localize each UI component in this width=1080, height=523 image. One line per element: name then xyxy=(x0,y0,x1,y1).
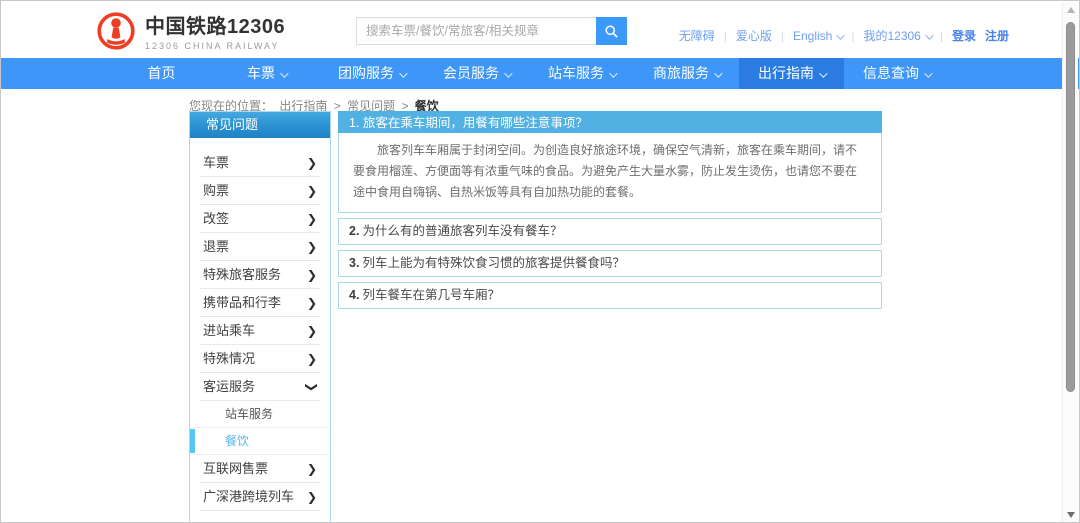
page: 中国铁路12306 12306 CHINA RAILWAY 无障碍 | 爱心版 … xyxy=(0,0,1080,523)
sidebar-item-tickets[interactable]: 车票 xyxy=(200,149,320,177)
nav-item-home[interactable]: 首页 xyxy=(109,58,214,89)
sidebar-item-refund[interactable]: 退票 xyxy=(200,233,320,261)
header-links: 无障碍 | 爱心版 | English | 我的12306 | 登录 注册 xyxy=(679,27,1009,44)
faq-question-2[interactable]: 2.为什么有的普通旅客列车没有餐车？ xyxy=(338,218,882,245)
chevron-down-icon xyxy=(924,69,932,77)
chevron-right-icon xyxy=(307,149,317,177)
search-input[interactable] xyxy=(356,17,596,45)
logo-subtitle: 12306 CHINA RAILWAY xyxy=(145,41,285,51)
language-link[interactable]: English xyxy=(793,29,842,43)
chevron-down-icon xyxy=(298,381,326,391)
sidebar-subitem-dining[interactable]: 餐饮 xyxy=(191,428,329,455)
chevron-down-icon xyxy=(714,69,722,77)
chevron-right-icon xyxy=(307,345,317,373)
chevron-down-icon xyxy=(837,31,845,39)
sidebar-item-internet-ticketing[interactable]: 互联网售票 xyxy=(200,455,320,483)
faq-content: 1. 旅客在乘车期间，用餐有哪些注意事项？ 旅客列车车厢属于封闭空间。为创造良好… xyxy=(338,111,882,309)
vertical-scrollbar[interactable] xyxy=(1062,2,1078,523)
chevron-down-icon xyxy=(280,69,288,77)
main-nav: 首页 车票 团购服务 会员服务 站车服务 商旅服务 出行指南 信息查询 xyxy=(1,58,1079,89)
sidebar-title: 常见问题 xyxy=(190,112,330,138)
sidebar-item-passenger-services[interactable]: 客运服务 xyxy=(200,373,320,401)
logo[interactable]: 中国铁路12306 12306 CHINA RAILWAY xyxy=(96,10,285,51)
sidebar-item-purchase[interactable]: 购票 xyxy=(200,177,320,205)
faq-question-3[interactable]: 3.列车上能为有特殊饮食习惯的旅客提供餐食吗？ xyxy=(338,250,882,277)
faq-question-4[interactable]: 4.列车餐车在第几号车厢？ xyxy=(338,282,882,309)
register-link[interactable]: 注册 xyxy=(985,27,1009,44)
nav-item-tickets[interactable]: 车票 xyxy=(214,58,319,89)
care-version-link[interactable]: 爱心版 xyxy=(736,27,772,44)
nav-item-info-query[interactable]: 信息查询 xyxy=(844,58,949,89)
sidebar-item-gz-sz-hk-trains[interactable]: 广深港跨境列车 xyxy=(200,483,320,511)
nav-item-station-services[interactable]: 站车服务 xyxy=(529,58,634,89)
faq-question-1[interactable]: 1. 旅客在乘车期间，用餐有哪些注意事项？ xyxy=(338,111,882,133)
sidebar-item-boarding[interactable]: 进站乘车 xyxy=(200,317,320,345)
nav-item-group-services[interactable]: 团购服务 xyxy=(319,58,424,89)
chevron-down-icon xyxy=(925,31,933,39)
chevron-right-icon xyxy=(307,289,317,317)
chevron-right-icon xyxy=(307,261,317,289)
faq-answer-1: 旅客列车车厢属于封闭空间。为创造良好旅途环境，确保空气清新，旅客在乘车期间，请不… xyxy=(338,133,882,213)
chevron-down-icon xyxy=(504,69,512,77)
accessibility-link[interactable]: 无障碍 xyxy=(679,27,715,44)
search-icon xyxy=(604,24,619,39)
scrollbar-thumb[interactable] xyxy=(1066,22,1075,392)
chevron-right-icon xyxy=(307,233,317,261)
my-12306-link[interactable]: 我的12306 xyxy=(863,27,930,44)
sidebar-item-change[interactable]: 改签 xyxy=(200,205,320,233)
scrollbar-up-arrow-icon[interactable] xyxy=(1067,7,1075,13)
sidebar-item-luggage[interactable]: 携带品和行李 xyxy=(200,289,320,317)
nav-item-member-services[interactable]: 会员服务 xyxy=(424,58,529,89)
logo-title: 中国铁路12306 xyxy=(145,10,285,39)
nav-item-business-travel[interactable]: 商旅服务 xyxy=(634,58,739,89)
faq-category-sidebar: 常见问题 车票 购票 改签 退票 特殊旅客服务 携带品和行李 进站乘车 特殊情况… xyxy=(189,111,331,523)
chevron-down-icon xyxy=(609,69,617,77)
chevron-right-icon xyxy=(307,177,317,205)
header: 中国铁路12306 12306 CHINA RAILWAY 无障碍 | 爱心版 … xyxy=(1,1,1079,58)
chevron-right-icon xyxy=(307,483,317,511)
chevron-right-icon xyxy=(307,317,317,345)
chevron-right-icon xyxy=(307,205,317,233)
search-button[interactable] xyxy=(596,17,627,45)
chevron-down-icon xyxy=(399,69,407,77)
sidebar-item-special-passengers[interactable]: 特殊旅客服务 xyxy=(200,261,320,289)
chevron-down-icon xyxy=(819,69,827,77)
search-bar xyxy=(356,17,627,45)
china-railway-logo-icon xyxy=(96,11,136,51)
nav-item-travel-guide[interactable]: 出行指南 xyxy=(739,58,844,89)
chevron-right-icon xyxy=(307,455,317,483)
login-link[interactable]: 登录 xyxy=(952,27,976,44)
sidebar-item-special-situations[interactable]: 特殊情况 xyxy=(200,345,320,373)
sidebar-subitem-station-services[interactable]: 站车服务 xyxy=(191,401,329,428)
scrollbar-down-arrow-icon[interactable] xyxy=(1067,512,1075,518)
